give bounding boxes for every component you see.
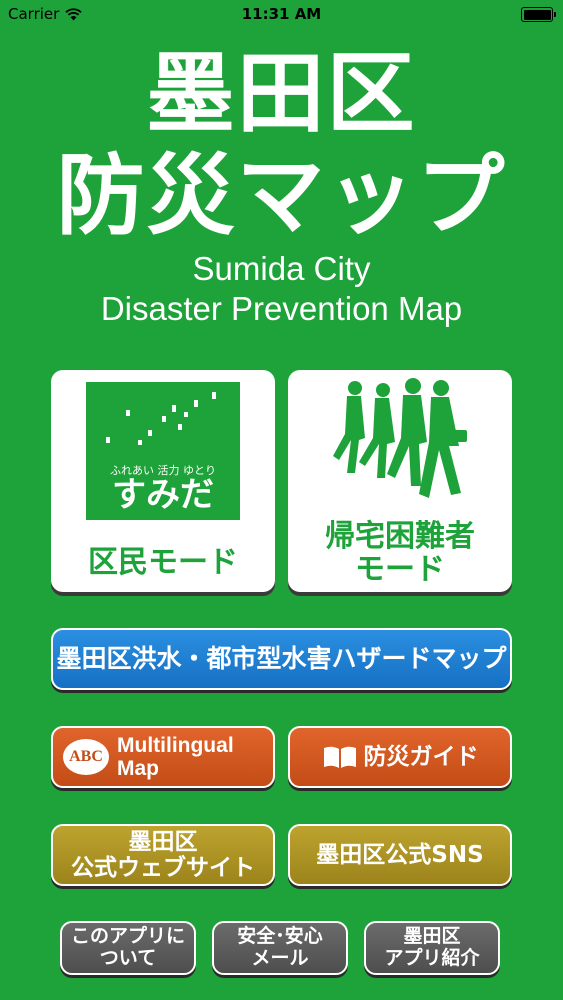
official-website-label-line2: 公式ウェブサイト [71, 855, 255, 881]
multilingual-map-button[interactable]: ABC Multilingual Map [51, 726, 275, 788]
safety-mail-label-line1: 安全･安心 [237, 925, 323, 948]
logo-text: すみだ [112, 475, 214, 515]
app-title-line2: 防災マップ [56, 144, 507, 247]
official-website-button[interactable]: 墨田区 公式ウェブサイト [51, 824, 275, 886]
app-intro-label-line1: 墨田区 [403, 925, 461, 948]
official-sns-label: 墨田区公式SNS [316, 841, 484, 868]
walking-people-icon [333, 378, 467, 498]
app-intro-label-line2: アプリ紹介 [384, 947, 480, 969]
status-bar: Carrier 11:31 AM [0, 0, 563, 30]
multilingual-map-label-line1: Multilingual [117, 733, 234, 757]
official-website-label-line1: 墨田区 [128, 828, 198, 855]
hazard-map-label: 墨田区洪水・都市型水害ハザードマップ [56, 643, 507, 673]
resident-mode-button[interactable]: ふれあい 活力 ゆとり すみだ 区民モード [51, 370, 275, 592]
multilingual-map-text: Multilingual Map [117, 734, 234, 780]
app-subtitle-line1: Sumida City [192, 250, 371, 287]
hazard-map-button[interactable]: 墨田区洪水・都市型水害ハザードマップ [51, 628, 512, 690]
official-sns-button[interactable]: 墨田区公式SNS [288, 824, 512, 886]
commuter-mode-label-line2: モード [355, 552, 445, 587]
clock: 11:31 AM [241, 5, 322, 23]
resident-mode-label: 区民モード [88, 545, 238, 580]
safety-mail-label-line2: メール [251, 947, 309, 969]
app-title-line1: 墨田区 [146, 42, 417, 145]
about-app-label-line1: このアプリに [70, 925, 185, 948]
battery-icon [521, 7, 556, 22]
app-subtitle-line2: Disaster Prevention Map [100, 290, 463, 327]
disaster-guide-button[interactable]: 防災ガイド [288, 726, 512, 788]
safety-mail-button[interactable]: 安全･安心 メール [212, 921, 348, 975]
about-app-button[interactable]: このアプリに ついて [60, 921, 196, 975]
open-book-icon [323, 746, 356, 768]
sparkle-dots-icon [106, 392, 216, 445]
multilingual-map-label-line2: Map [117, 757, 159, 780]
about-app-label-line2: ついて [99, 947, 157, 969]
abc-speech-icon: ABC [63, 739, 109, 775]
sumida-logo: ふれあい 活力 ゆとり すみだ [86, 382, 240, 520]
abc-badge-text: ABC [69, 747, 103, 765]
app-intro-button[interactable]: 墨田区 アプリ紹介 [364, 921, 500, 975]
disaster-guide-label: 防災ガイド [363, 743, 479, 770]
commuter-mode-label-line1: 帰宅困難者 [325, 519, 475, 554]
commuter-mode-button[interactable]: 帰宅困難者 モード [288, 370, 512, 592]
